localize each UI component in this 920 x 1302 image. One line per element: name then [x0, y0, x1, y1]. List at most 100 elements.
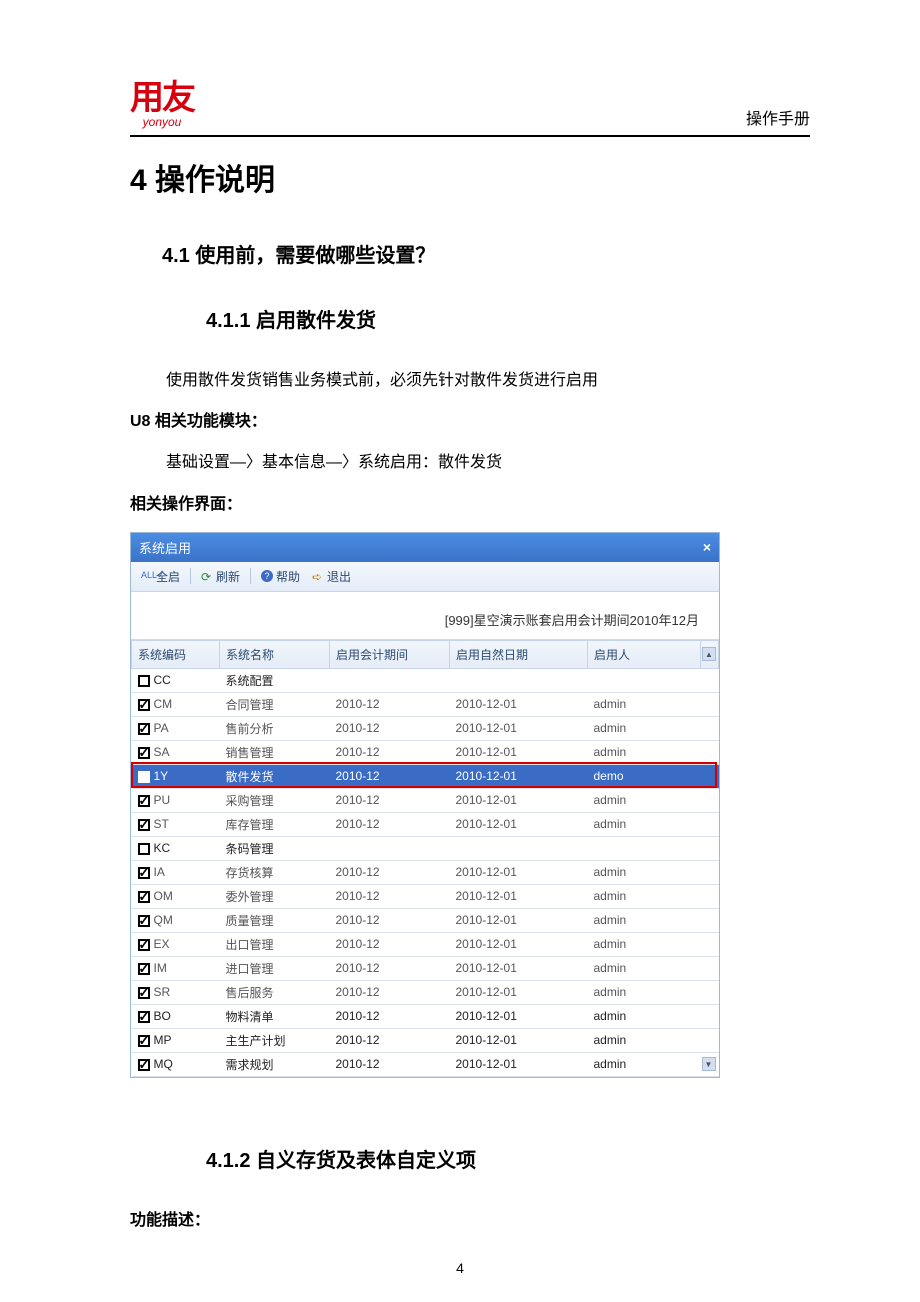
cell-period — [330, 836, 450, 860]
table-row[interactable]: OM委外管理2010-122010-12-01admin — [132, 884, 719, 908]
paragraph-enable-note: 使用散件发货销售业务模式前，必须先针对散件发货进行启用 — [166, 367, 810, 394]
col-header-user[interactable]: 启用人 — [588, 640, 701, 668]
scrollbar-track[interactable] — [701, 740, 719, 764]
table-row[interactable]: 1Y散件发货2010-122010-12-01demo — [132, 764, 719, 788]
table-row[interactable]: PU采购管理2010-122010-12-01admin — [132, 788, 719, 812]
cell-date: 2010-12-01 — [450, 1028, 588, 1052]
cell-code-text: KC — [154, 841, 171, 855]
table-row[interactable]: BO物料清单2010-122010-12-01admin — [132, 1004, 719, 1028]
table-row[interactable]: QM质量管理2010-122010-12-01admin — [132, 908, 719, 932]
cell-code-text: CM — [154, 697, 173, 711]
scrollbar-track[interactable] — [701, 980, 719, 1004]
scrollbar-track[interactable] — [701, 764, 719, 788]
table-row[interactable]: MQ需求规划2010-122010-12-01admin▼ — [132, 1052, 719, 1076]
cell-code: QM — [132, 908, 220, 932]
cell-name: 采购管理 — [220, 788, 330, 812]
table-row[interactable]: EX出口管理2010-122010-12-01admin — [132, 932, 719, 956]
checkbox-icon[interactable] — [138, 771, 150, 783]
heading-1: 4 操作说明 — [130, 155, 810, 199]
table-row[interactable]: CC系统配置 — [132, 668, 719, 692]
system-enable-window: 系统启用 × ALL✓ 全启 ⟳ 刷新 ? 帮助 ➪ 退出 [999]星空演示账… — [130, 532, 720, 1078]
col-header-name[interactable]: 系统名称 — [220, 640, 330, 668]
col-header-code[interactable]: 系统编码 — [132, 640, 220, 668]
scrollbar-track[interactable] — [701, 1004, 719, 1028]
checkbox-icon[interactable] — [138, 699, 150, 711]
cell-code-text: PA — [154, 721, 169, 735]
scrollbar-track[interactable] — [701, 668, 719, 692]
cell-name: 售后服务 — [220, 980, 330, 1004]
scrollbar-track[interactable] — [701, 956, 719, 980]
toolbar-exit-button[interactable]: ➪ 退出 — [308, 566, 355, 587]
label-u8-module: U8 相关功能模块： — [130, 408, 810, 435]
checkbox-icon[interactable] — [138, 987, 150, 999]
cell-user: admin — [588, 1004, 701, 1028]
cell-user: admin — [588, 932, 701, 956]
scrollbar-track[interactable] — [701, 908, 719, 932]
checkbox-icon[interactable] — [138, 723, 150, 735]
toolbar-exit-label: 退出 — [327, 568, 351, 585]
logo: 用友 yonyou — [130, 70, 194, 129]
cell-code-text: MP — [154, 1033, 172, 1047]
col-header-date[interactable]: 启用自然日期 — [450, 640, 588, 668]
close-icon[interactable]: × — [703, 539, 711, 555]
cell-period: 2010-12 — [330, 1052, 450, 1076]
cell-date: 2010-12-01 — [450, 788, 588, 812]
scroll-down-icon[interactable]: ▼ — [702, 1057, 716, 1071]
table-row[interactable]: ST库存管理2010-122010-12-01admin — [132, 812, 719, 836]
cell-period: 2010-12 — [330, 716, 450, 740]
table-row[interactable]: CM合同管理2010-122010-12-01admin — [132, 692, 719, 716]
table-row[interactable]: KC条码管理 — [132, 836, 719, 860]
checkbox-icon[interactable] — [138, 1011, 150, 1023]
cell-period: 2010-12 — [330, 884, 450, 908]
cell-date: 2010-12-01 — [450, 764, 588, 788]
checkbox-icon[interactable] — [138, 675, 150, 687]
toolbar-all-button[interactable]: ALL✓ 全启 — [137, 566, 184, 587]
checkbox-icon[interactable] — [138, 939, 150, 951]
scrollbar-track[interactable] — [701, 836, 719, 860]
checkbox-icon[interactable] — [138, 915, 150, 927]
checkbox-icon[interactable] — [138, 843, 150, 855]
cell-code: SR — [132, 980, 220, 1004]
scrollbar-track[interactable] — [701, 692, 719, 716]
checkbox-icon[interactable] — [138, 795, 150, 807]
checkbox-icon[interactable] — [138, 867, 150, 879]
col-header-period[interactable]: 启用会计期间 — [330, 640, 450, 668]
scrollbar-track[interactable] — [701, 788, 719, 812]
scrollbar-track[interactable] — [701, 812, 719, 836]
cell-code: BO — [132, 1004, 220, 1028]
scrollbar-track[interactable] — [701, 884, 719, 908]
checkbox-icon[interactable] — [138, 747, 150, 759]
table-row[interactable]: MP主生产计划2010-122010-12-01admin — [132, 1028, 719, 1052]
checkbox-icon[interactable] — [138, 963, 150, 975]
checkbox-icon[interactable] — [138, 1059, 150, 1071]
cell-period: 2010-12 — [330, 692, 450, 716]
cell-name: 需求规划 — [220, 1052, 330, 1076]
table-row[interactable]: IA存货核算2010-122010-12-01admin — [132, 860, 719, 884]
checkbox-icon[interactable] — [138, 819, 150, 831]
scrollbar-track[interactable] — [701, 1028, 719, 1052]
toolbar-help-button[interactable]: ? 帮助 — [257, 566, 304, 587]
table-row[interactable]: IM进口管理2010-122010-12-01admin — [132, 956, 719, 980]
cell-name: 销售管理 — [220, 740, 330, 764]
paragraph-path: 基础设置—〉基本信息—〉系统启用：散件发货 — [166, 449, 810, 476]
scrollbar-track[interactable]: ▼ — [701, 1052, 719, 1076]
window-titlebar: 系统启用 × — [131, 533, 719, 562]
checkbox-icon[interactable] — [138, 1035, 150, 1047]
table-row[interactable]: PA售前分析2010-122010-12-01admin — [132, 716, 719, 740]
toolbar-refresh-button[interactable]: ⟳ 刷新 — [197, 566, 244, 587]
cell-user: admin — [588, 788, 701, 812]
cell-user: admin — [588, 860, 701, 884]
cell-code: 1Y — [132, 764, 220, 788]
toolbar-all-label: 全启 — [156, 568, 180, 585]
table-row[interactable]: SR售后服务2010-122010-12-01admin — [132, 980, 719, 1004]
cell-code: KC — [132, 836, 220, 860]
scrollbar-track[interactable] — [701, 932, 719, 956]
scrollbar-track[interactable] — [701, 716, 719, 740]
checkbox-icon[interactable] — [138, 891, 150, 903]
cell-name: 进口管理 — [220, 956, 330, 980]
cell-user: admin — [588, 908, 701, 932]
scrollbar-track[interactable] — [701, 860, 719, 884]
scroll-up-icon[interactable]: ▲ — [702, 647, 716, 661]
table-row[interactable]: SA销售管理2010-122010-12-01admin — [132, 740, 719, 764]
grid-container: 系统编码 系统名称 启用会计期间 启用自然日期 启用人 ▲ CC系统配置CM合同… — [131, 640, 719, 1077]
